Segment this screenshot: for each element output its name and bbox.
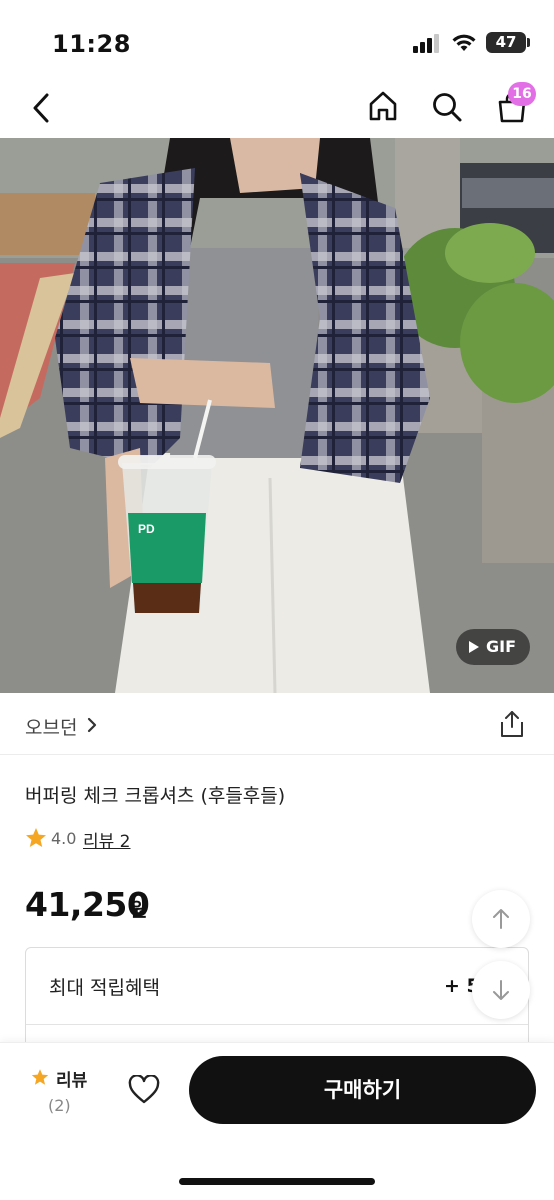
price-currency: 원 [130, 899, 148, 921]
battery-tip [527, 38, 530, 47]
wifi-icon [452, 34, 476, 51]
search-icon[interactable] [431, 91, 463, 123]
scroll-up-button[interactable] [472, 890, 530, 948]
chevron-right-icon[interactable] [87, 717, 97, 733]
buy-button[interactable]: 구매하기 [189, 1056, 536, 1124]
status-time: 11:28 [52, 30, 131, 58]
benefit-label: 최대 적립혜택 [49, 977, 160, 999]
review-count-link[interactable]: 리뷰 2 [83, 827, 131, 852]
share-icon[interactable] [499, 710, 525, 738]
brand-name-link[interactable]: 오브던 [25, 713, 77, 740]
brand-row: 오브던 [0, 693, 554, 755]
gif-label: GIF [486, 637, 517, 656]
home-icon[interactable] [367, 90, 399, 122]
arrow-down-icon [493, 980, 509, 1000]
gif-badge[interactable]: GIF [456, 629, 530, 665]
cup-logo-text: PD [138, 522, 155, 536]
battery-indicator: 47 [486, 32, 526, 53]
bottom-review-label[interactable]: 리뷰 [56, 1066, 87, 1091]
product-title: 버퍼링 체크 크롭셔츠 (후들후들) [25, 785, 286, 807]
scroll-down-button[interactable] [472, 961, 530, 1019]
cart-count-badge: 16 [508, 82, 536, 106]
bottom-review-count: (2) [48, 1096, 71, 1115]
home-indicator [179, 1178, 375, 1185]
star-icon [26, 828, 46, 847]
arrow-up-icon [493, 909, 509, 929]
heart-icon[interactable] [128, 1075, 160, 1105]
benefit-divider [26, 1024, 528, 1025]
status-bar: 11:28 47 [0, 0, 554, 80]
product-image[interactable]: PD GIF [0, 138, 554, 693]
product-photo-illustration: PD [0, 138, 554, 693]
top-navigation [0, 80, 554, 138]
back-arrow-icon[interactable] [28, 93, 54, 123]
play-icon [469, 641, 479, 653]
rating-value: 4.0 [51, 829, 77, 848]
cellular-signal-icon [413, 33, 441, 53]
star-icon [31, 1069, 49, 1085]
